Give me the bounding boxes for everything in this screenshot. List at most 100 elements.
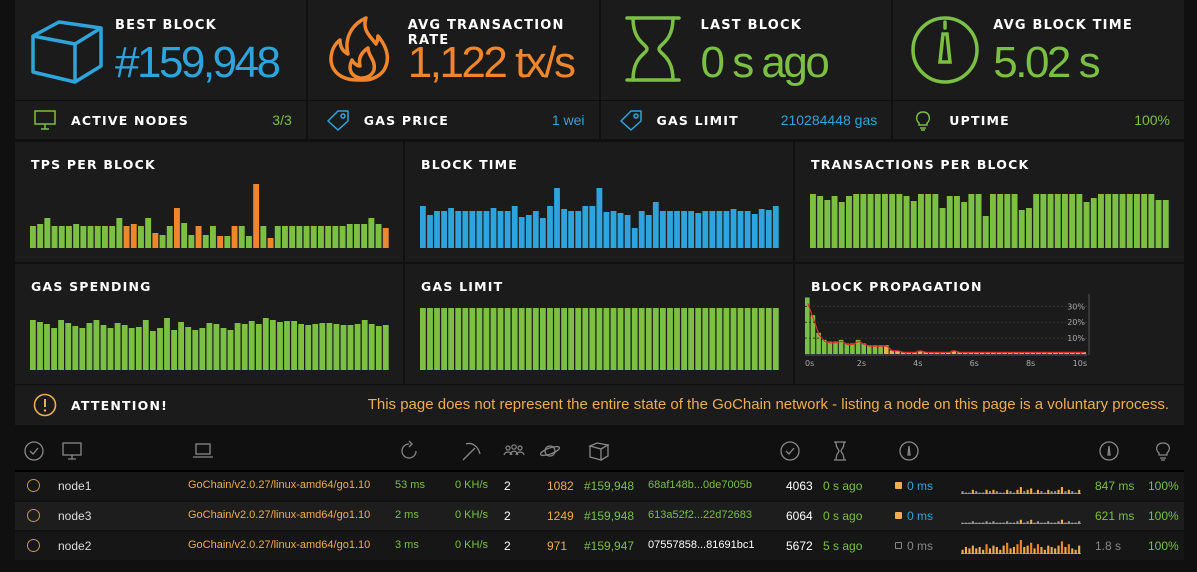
chart-bar [547,206,553,248]
node-hash: 07557858...81691bc1 [648,539,755,551]
sparkline-bar [999,522,1002,524]
chart-bar [518,217,525,248]
chart-bar [30,320,36,370]
chart-bar [660,211,666,248]
sparkline-bar [961,522,964,524]
chart-bar [702,211,709,248]
chart-bar [751,308,758,370]
table-row[interactable]: node1 GoChain/v2.0.27/linux-amd64/go1.10… [15,472,1184,500]
sparkline-bar [995,491,998,494]
sparkline-bar [985,544,988,554]
chart-bar [441,308,447,370]
chart-bar [624,215,631,248]
sparkline-bar [1016,489,1019,494]
chart-bar [312,324,319,370]
charts-grid: TPS PER BLOCK BLOCK TIME TRANSACTIONS PE… [15,142,1184,384]
chart-bar [171,330,177,370]
table-row[interactable]: node2 GoChain/v2.0.27/linux-amd64/go1.10… [15,532,1184,560]
chart-bar [1112,194,1119,248]
info-value: 3/3 [272,112,292,128]
chart-bar [469,308,476,370]
chart-bar [603,308,610,370]
info-value: 1 wei [551,112,585,128]
desktop-icon [34,110,56,130]
chart-bar [224,236,231,248]
check-circle-icon[interactable] [779,440,801,462]
sparkline-bar [968,548,971,554]
node-avg-propagation: 847 ms [1095,479,1135,493]
chart-gas-limit: GAS LIMIT [405,264,793,384]
gauge-icon[interactable] [898,440,920,462]
chart-bar [751,214,758,248]
chart-bar [497,211,504,248]
sparkline-bar [971,545,974,554]
node-last-block: 0 s ago [823,509,863,523]
chart-bar [318,226,324,248]
sparkline-bar [1074,522,1077,524]
desktop-icon[interactable] [61,440,83,462]
sparkline-bar [982,549,985,554]
planet-icon[interactable] [539,440,561,462]
chart-bar [79,328,86,370]
chart-bar [1141,194,1148,248]
node-propagation: 0 ms [907,509,934,523]
chart-bar [368,324,375,370]
chart-bar [284,321,290,370]
chart-bar [231,226,238,248]
y-tick-label: 10% [1067,334,1085,343]
node-client: GoChain/v2.0.27/linux-amd64/go1.10 [188,509,371,521]
chart-bar [1040,194,1047,248]
sparkline-bar [1030,519,1033,524]
status-circle-icon [27,539,40,552]
chart-bar [589,308,596,370]
chart-bar [178,322,184,370]
sparkline-bar [1054,522,1057,524]
chart-bar [652,308,659,370]
node-last-block: 5 s ago [823,539,863,553]
chart-bar [37,322,43,370]
chart-bar [58,226,65,248]
node-difficulty: 6064 [786,509,813,523]
sparkline-bar [1064,491,1067,494]
sparkline-bar [961,491,964,494]
chart-bar [1162,200,1169,248]
sparkline-bar [995,522,998,524]
chart-bar [772,308,779,370]
gas-limit-bar-chart [420,308,779,370]
chart-bar [30,226,36,248]
chart-bar [305,325,312,370]
propagation-sparkline [961,519,1081,524]
chart-bar [903,196,910,248]
chart-bar [354,324,361,370]
sparkline-bar [971,521,974,524]
node-table-header [15,433,1184,469]
sparkline-bar [1050,522,1053,524]
node-hashrate: 0 KH/s [455,479,489,491]
chart-block-propagation: BLOCK PROPAGATION 0s 2s 4s 6s 8s 10s 30% 20% 10% [795,264,1184,384]
lightbulb-icon[interactable] [1152,440,1174,462]
chart-bar [277,322,283,370]
table-row[interactable]: node3 GoChain/v2.0.27/linux-amd64/go1.10… [15,502,1184,530]
chart-bar [188,235,195,248]
cube-icon[interactable] [588,440,610,462]
sparkline-bar [1006,489,1009,494]
chart-bar [1054,194,1061,248]
chart-bar [645,308,652,370]
node-name: node3 [58,509,92,523]
users-icon[interactable] [503,440,525,462]
node-block: #159,948 [584,479,635,493]
chart-bar [582,206,589,248]
chart-bar [709,211,716,248]
pickaxe-icon[interactable] [460,440,482,462]
laptop-icon[interactable] [192,440,214,462]
chart-bar [709,308,716,370]
check-circle-icon[interactable] [23,440,45,462]
stat-avg-transaction-rate: AVG TRANSACTION RATE 1,122 tx/s [307,0,599,100]
refresh-icon[interactable] [398,440,420,462]
hourglass-icon[interactable] [829,440,851,462]
chart-bar [1047,194,1054,248]
chart-bar [674,211,680,248]
sparkline-bar [1067,489,1070,494]
gauge-icon[interactable] [1098,440,1120,462]
sparkline-bar [1047,521,1050,524]
